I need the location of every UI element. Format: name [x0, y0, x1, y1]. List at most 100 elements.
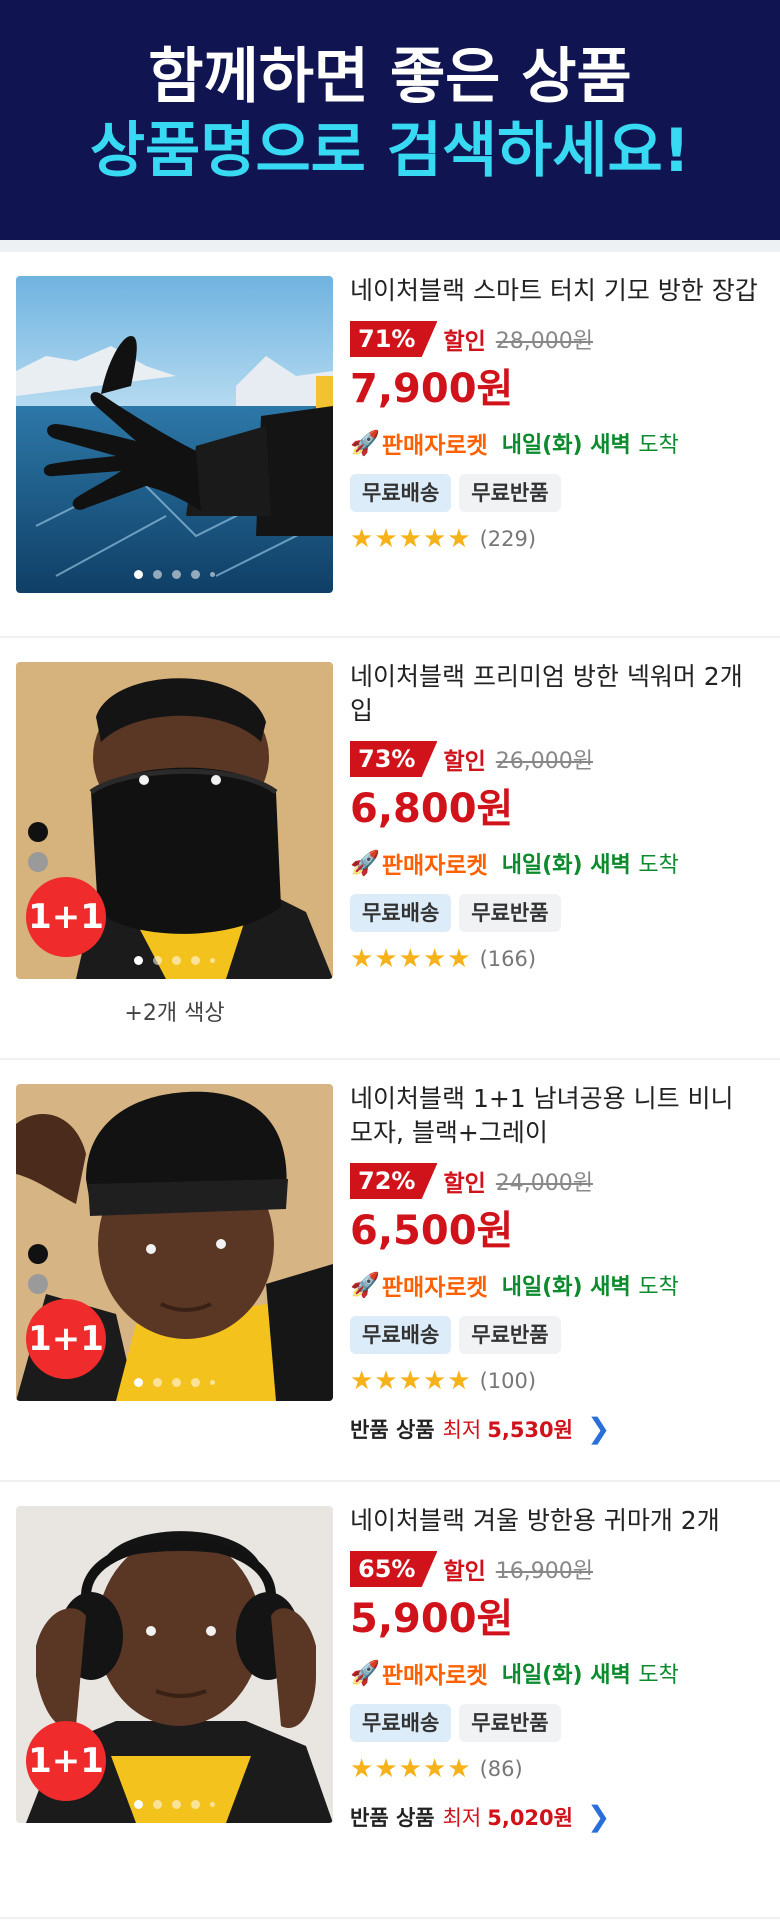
carousel-dot[interactable] — [191, 1378, 200, 1387]
carousel-dot[interactable] — [172, 956, 181, 965]
product-card[interactable]: 1+1 네이처블랙 겨울 방한용 귀마개 2개 65% 할인 16,900원 5… — [0, 1482, 780, 1919]
delivery-row: 🚀 판매자로켓 내일(화) 새벽 도착 — [350, 426, 764, 460]
lowest-label: 최저 — [442, 1417, 482, 1442]
carousel-dot[interactable] — [210, 572, 215, 577]
carousel-dot[interactable] — [153, 1800, 162, 1809]
carousel-dot[interactable] — [134, 956, 143, 965]
glove-photo — [16, 276, 333, 593]
benefit-chips: 무료배송 무료반품 — [350, 894, 764, 932]
star-icon: ★ — [398, 524, 422, 554]
color-swatch-gray[interactable] — [28, 1274, 48, 1294]
discount-badge: 65% — [350, 1551, 438, 1587]
star-icon: ★ — [374, 944, 398, 974]
free-shipping-chip: 무료배송 — [350, 1316, 452, 1354]
carousel-dot[interactable] — [153, 570, 162, 579]
discount-row: 73% 할인 26,000원 — [350, 740, 764, 778]
rocket-icon: 🚀 — [350, 1659, 380, 1687]
rocket-label: 판매자로켓 — [381, 1663, 488, 1689]
benefit-chips: 무료배송 무료반품 — [350, 1704, 764, 1742]
carousel-dots[interactable] — [16, 956, 333, 965]
review-count[interactable]: (100) — [480, 1369, 536, 1393]
product-title[interactable]: 네이처블랙 스마트 터치 기모 방한 장갑 — [350, 274, 764, 308]
star-icon: ★ — [350, 1366, 374, 1396]
discount-badge: 71% — [350, 321, 438, 357]
carousel-dots[interactable] — [16, 1378, 333, 1387]
carousel-dot[interactable] — [210, 958, 215, 963]
delivery-row: 🚀 판매자로켓 내일(화) 새벽 도착 — [350, 1656, 764, 1690]
product-image[interactable] — [16, 276, 333, 593]
carousel-dot[interactable] — [210, 1802, 215, 1807]
star-icon: ★ — [422, 1754, 447, 1784]
one-plus-one-badge: 1+1 — [26, 1299, 106, 1379]
free-shipping-chip: 무료배송 — [350, 1704, 452, 1742]
arrival-day: 내일(화) — [501, 1275, 583, 1300]
discount-row: 65% 할인 16,900원 — [350, 1550, 764, 1588]
carousel-dot[interactable] — [191, 956, 200, 965]
more-colors-label[interactable]: +2개 색상 — [16, 995, 333, 1027]
rocket-icon: 🚀 — [350, 429, 380, 457]
color-swatch-gray[interactable] — [28, 852, 48, 872]
rating-row: ★ ★ ★ ★ ★ (229) — [350, 526, 764, 552]
carousel-dot[interactable] — [134, 1378, 143, 1387]
carousel-dot[interactable] — [134, 1800, 143, 1809]
delivery-row: 🚀 판매자로켓 내일(화) 새벽 도착 — [350, 846, 764, 880]
carousel-dot[interactable] — [153, 1378, 162, 1387]
carousel-dot[interactable] — [191, 1800, 200, 1809]
carousel-dot[interactable] — [134, 570, 143, 579]
return-price: 5,020원 — [487, 1805, 573, 1830]
product-title[interactable]: 네이처블랙 1+1 남녀공용 니트 비니 모자, 블랙+그레이 — [350, 1082, 764, 1150]
product-card[interactable]: 1+1 네이처블랙 1+1 남녀공용 니트 비니 모자, 블랙+그레이 72% … — [0, 1060, 780, 1482]
free-return-chip: 무료반품 — [459, 474, 561, 512]
review-count[interactable]: (86) — [480, 1757, 523, 1781]
review-count[interactable]: (229) — [480, 527, 536, 551]
sale-price: 7,900원 — [350, 366, 514, 412]
star-icon: ★ — [398, 1366, 422, 1396]
discount-label: 할인 — [443, 1559, 486, 1585]
star-icon: ★ — [422, 944, 447, 974]
returned-item-link[interactable]: 반품 상품 최저 5,530원 ❯ — [350, 1412, 764, 1445]
product-image[interactable]: 1+1 — [16, 1084, 333, 1401]
product-info: 네이처블랙 프리미엄 방한 넥워머 2개입 73% 할인 26,000원 6,8… — [350, 660, 764, 972]
carousel-dot[interactable] — [172, 1378, 181, 1387]
color-swatch-black[interactable] — [28, 1244, 48, 1264]
product-image[interactable]: 1+1 — [16, 1506, 333, 1823]
arrival-info: 내일(화) 새벽 도착 — [502, 1269, 679, 1301]
arrival-time: 새벽 — [590, 853, 631, 878]
product-title[interactable]: 네이처블랙 프리미엄 방한 넥워머 2개입 — [350, 660, 764, 728]
discount-badge: 73% — [350, 741, 438, 777]
color-swatch-black[interactable] — [28, 822, 48, 842]
carousel-dot[interactable] — [210, 1380, 215, 1385]
benefit-chips: 무료배송 무료반품 — [350, 1316, 764, 1354]
star-icon: ★ — [350, 1754, 374, 1784]
star-icon: ★ — [447, 524, 471, 554]
rocket-label: 판매자로켓 — [381, 853, 488, 879]
rocket-icon: 🚀 — [350, 849, 380, 877]
arrival-word: 도착 — [638, 1663, 679, 1688]
carousel-dots[interactable] — [16, 1800, 333, 1809]
sale-price: 6,500원 — [350, 1208, 514, 1254]
returned-item-link[interactable]: 반품 상품 최저 5,020원 ❯ — [350, 1800, 764, 1833]
chevron-right-icon: ❯ — [586, 1412, 611, 1445]
arrival-word: 도착 — [638, 433, 679, 458]
rocket-icon: 🚀 — [350, 1271, 380, 1299]
product-title[interactable]: 네이처블랙 겨울 방한용 귀마개 2개 — [350, 1504, 764, 1538]
product-card[interactable]: 네이처블랙 스마트 터치 기모 방한 장갑 71% 할인 28,000원 7,9… — [0, 252, 780, 638]
rating-row: ★ ★ ★ ★ ★ (86) — [350, 1756, 764, 1782]
product-image[interactable]: 1+1 — [16, 662, 333, 979]
carousel-dots[interactable] — [16, 570, 333, 579]
carousel-dot[interactable] — [153, 956, 162, 965]
sale-price: 5,900원 — [350, 1596, 514, 1642]
carousel-dot[interactable] — [172, 1800, 181, 1809]
return-label: 반품 상품 — [350, 1417, 435, 1442]
free-return-chip: 무료반품 — [459, 1316, 561, 1354]
product-card[interactable]: 1+1 +2개 색상 네이처블랙 프리미엄 방한 넥워머 2개입 73% 할인 … — [0, 638, 780, 1060]
arrival-info: 내일(화) 새벽 도착 — [502, 1657, 679, 1689]
section-divider — [0, 240, 780, 252]
arrival-word: 도착 — [638, 1275, 679, 1300]
carousel-dot[interactable] — [191, 570, 200, 579]
promo-banner: 함께하면 좋은 상품 상품명으로 검색하세요! — [0, 0, 780, 240]
review-count[interactable]: (166) — [480, 947, 536, 971]
product-info: 네이처블랙 스마트 터치 기모 방한 장갑 71% 할인 28,000원 7,9… — [350, 274, 764, 552]
carousel-dot[interactable] — [172, 570, 181, 579]
rating-row: ★ ★ ★ ★ ★ (100) — [350, 1368, 764, 1394]
